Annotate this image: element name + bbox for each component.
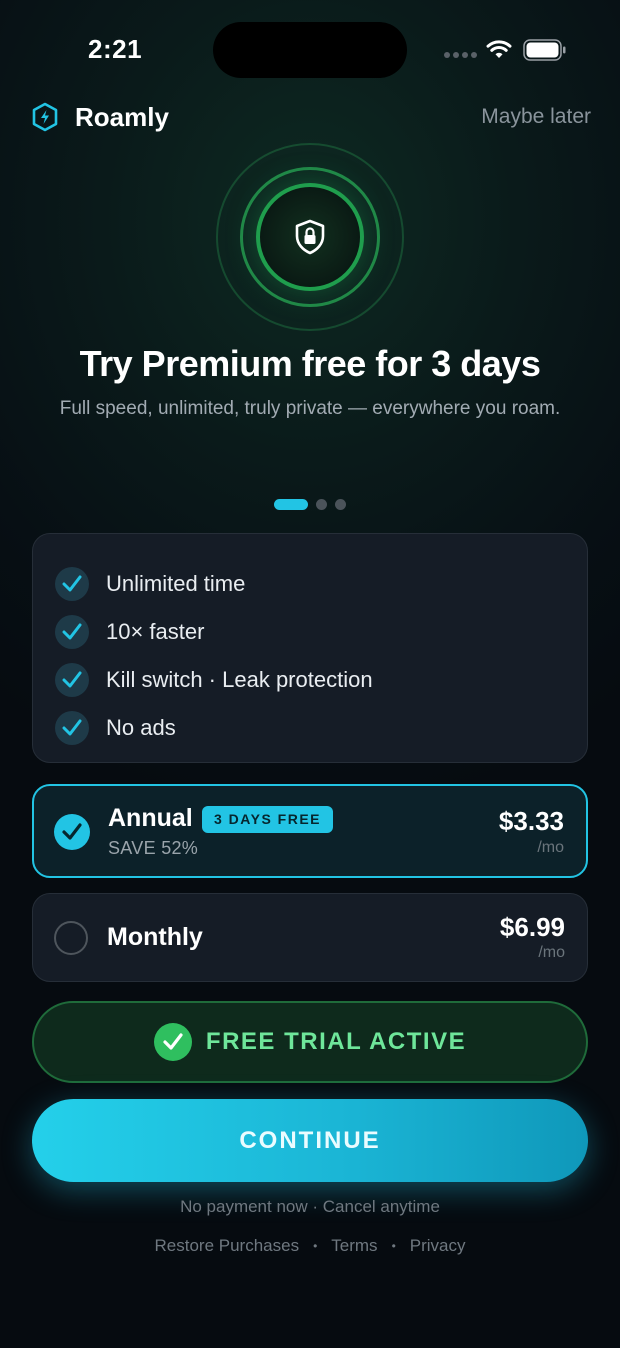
plan-period: /mo [538,944,565,961]
feature-item: 10× faster [55,608,565,656]
header: Roamly Maybe later [0,96,620,140]
hero-shield-graphic [216,143,404,331]
wifi-icon [486,40,512,58]
page-dot-active[interactable] [274,499,308,510]
free-trial-toggle[interactable]: FREE TRIAL ACTIVE [32,1001,588,1083]
plan-option-annual[interactable]: Annual 3 DAYS FREE SAVE 52% $3.33 /mo [32,784,588,878]
feature-item: Unlimited time [55,560,565,608]
shield-lock-icon [295,219,325,255]
status-time: 2:21 [88,34,143,64]
maybe-later-button[interactable]: Maybe later [481,105,591,129]
shield-bolt-icon [32,102,58,132]
radio-checked-icon[interactable] [54,814,90,850]
status-bar: 2:21 [0,0,620,100]
feature-label: Kill switch · Leak protection [106,667,373,692]
page-indicator[interactable] [0,499,620,510]
plan-price: $3.33 [498,806,564,836]
plan-price: $6.99 [499,912,565,942]
feature-list: Unlimited time 10× faster Kill switch · … [32,533,588,763]
feature-label: 10× faster [106,619,205,644]
feature-label: No ads [106,715,176,740]
check-icon [55,567,89,601]
free-trial-label: FREE TRIAL ACTIVE [205,1028,467,1055]
plan-savings: SAVE 52% [108,838,199,858]
continue-label: CONTINUE [239,1126,381,1154]
check-icon [153,1023,192,1061]
check-icon [55,711,89,745]
privacy-link[interactable]: Privacy [410,1236,466,1256]
brand-name: Roamly [75,102,169,132]
feature-item: No ads [55,704,565,752]
continue-button[interactable]: CONTINUE [32,1099,588,1182]
page-dot[interactable] [335,499,346,510]
separator-dot: • [391,1239,396,1253]
page-subtitle: Full speed, unlimited, truly private — e… [59,398,561,419]
trial-badge: 3 DAYS FREE [202,806,334,833]
check-icon [55,663,89,697]
page-dot[interactable] [316,499,327,510]
plan-name: Annual [108,804,193,832]
plan-name: Monthly [107,923,203,951]
footer-links: Restore Purchases • Terms • Privacy [0,1236,620,1256]
payment-note: No payment now · Cancel anytime [180,1197,440,1216]
restore-purchases-link[interactable]: Restore Purchases [155,1236,300,1256]
feature-label: Unlimited time [106,571,246,596]
terms-link[interactable]: Terms [331,1236,377,1256]
separator-dot: • [313,1239,318,1253]
dynamic-island [213,22,407,78]
cellular-signal-icon [444,52,477,58]
battery-icon [523,39,566,61]
plan-option-monthly[interactable]: Monthly $6.99 /mo [32,893,588,982]
feature-item: Kill switch · Leak protection [55,656,565,704]
plan-period: /mo [537,839,564,856]
page-title: Try Premium free for 3 days [79,343,541,384]
check-icon [55,615,89,649]
radio-unchecked-icon[interactable] [54,921,88,955]
